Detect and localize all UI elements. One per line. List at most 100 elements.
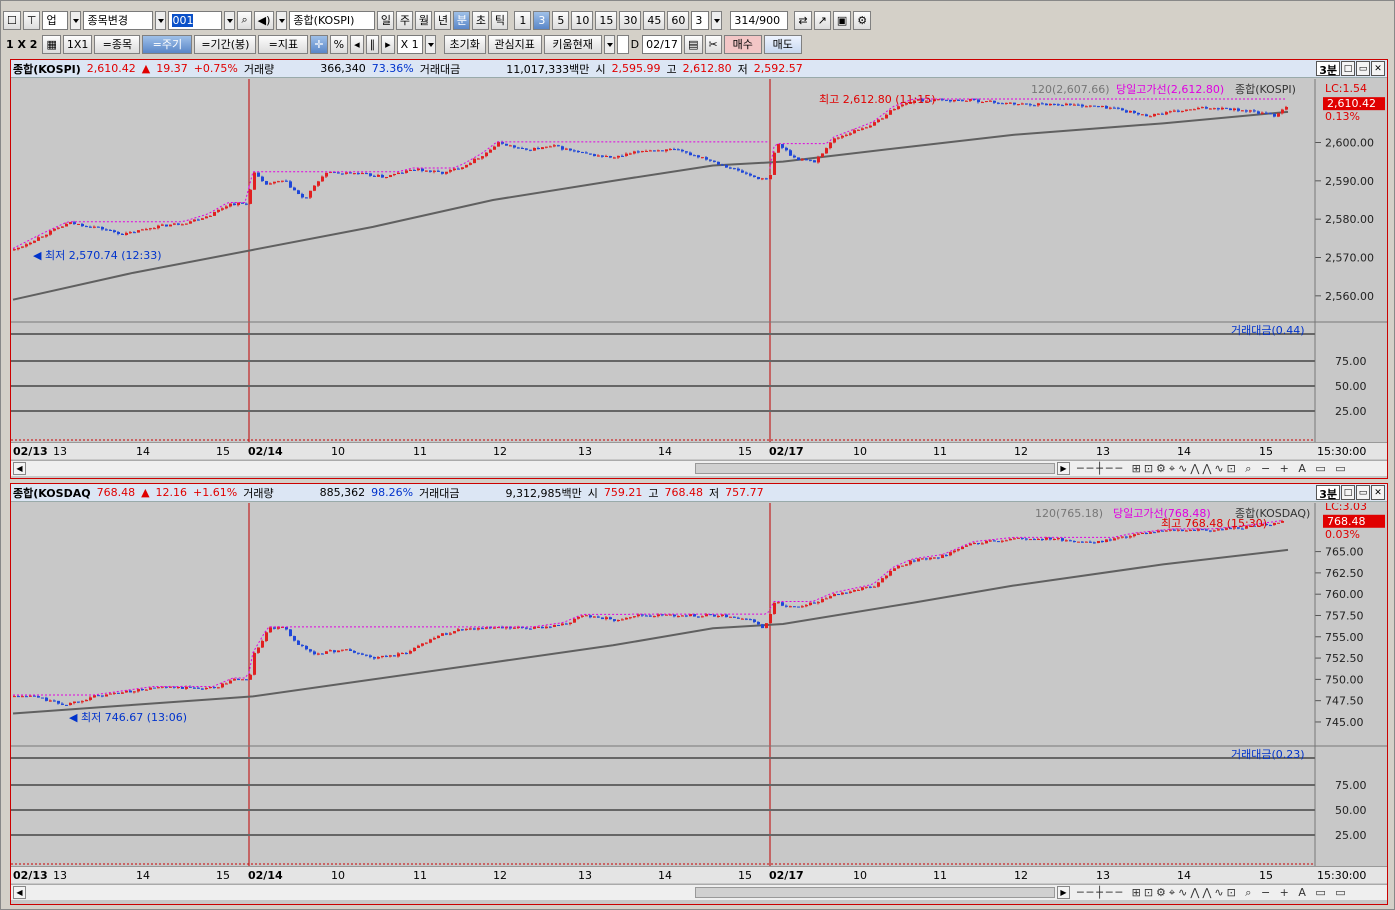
candle-body (45, 234, 48, 237)
candle-body (1053, 103, 1056, 105)
period-bar-button[interactable]: =기간(봉) (194, 34, 257, 54)
candle-body (709, 159, 712, 161)
market-dropdown-icon[interactable] (70, 10, 82, 30)
candle-body (1161, 530, 1164, 532)
candle-body (225, 206, 228, 209)
market-select[interactable]: 업 (42, 10, 69, 30)
interval-select[interactable]: 3 (691, 10, 710, 30)
period-3-button[interactable]: 년 (434, 10, 452, 30)
candle-body (801, 606, 804, 608)
chart-tools-icon[interactable]: ──┼── ⊞⊡⚙⌖∿⋀⋀∿⊡ ⌕ − + A ▭ ▭ (1077, 886, 1349, 900)
search-icon[interactable]: ⌕ (237, 10, 252, 30)
candle-body (325, 172, 328, 177)
draw-icon[interactable]: ↗ (813, 10, 831, 30)
multiplier-select[interactable]: X 1 (396, 34, 423, 54)
stock-name-field[interactable]: 종합(KOSPI) (289, 10, 376, 30)
scroll-left-icon[interactable]: ◀ (13, 886, 26, 899)
indicator-button[interactable]: =지표 (258, 34, 309, 54)
calendar-icon[interactable]: ▤ (684, 34, 703, 54)
speaker-icon[interactable]: ◀) (253, 10, 275, 30)
scroll-left-icon[interactable]: ◀ (13, 462, 26, 475)
candle-body (121, 692, 124, 694)
restore-icon[interactable]: ▭ (1356, 61, 1370, 76)
grid-icon[interactable]: ▦ (42, 34, 61, 54)
interval-15-button[interactable]: 15 (595, 10, 618, 30)
scroll-right-icon[interactable]: ▶ (1057, 462, 1070, 475)
candle-body (1213, 108, 1216, 110)
interval-60-button[interactable]: 60 (667, 10, 690, 30)
date-input[interactable]: 02/17 (642, 34, 683, 54)
candle-body (433, 170, 436, 172)
speaker-dropdown-icon[interactable] (276, 10, 288, 30)
scissors-icon[interactable]: ✂ (704, 34, 722, 54)
next-icon[interactable]: ▸ (381, 34, 395, 54)
pause-icon[interactable]: ∥ (365, 34, 380, 54)
scroll-thumb[interactable] (695, 463, 1055, 474)
stock-button[interactable]: =종목 (94, 34, 141, 54)
settings-icon[interactable]: ⚙ (853, 10, 872, 30)
interval-3-button[interactable]: 3 (533, 10, 551, 30)
interval-45-button[interactable]: 45 (643, 10, 666, 30)
count-field[interactable]: 314/900 (730, 10, 789, 30)
candle-body (669, 614, 672, 616)
sub-tick-label: 50.00 (1335, 380, 1367, 393)
maximize-icon[interactable]: □ (1341, 61, 1355, 76)
candle-body (741, 618, 744, 620)
price-value: 2,610.42 (86, 62, 136, 75)
date-tick: 14 (1177, 445, 1191, 458)
interval-10-button[interactable]: 10 (571, 10, 594, 30)
multiplier-dropdown-icon[interactable] (424, 34, 436, 54)
crosshair-icon[interactable]: ✛ (310, 34, 328, 54)
code-input[interactable]: 001 (168, 10, 223, 30)
prev-icon[interactable]: ◂ (350, 34, 364, 54)
candle-body (49, 230, 52, 235)
d-checkbox[interactable] (616, 34, 629, 54)
interval-30-button[interactable]: 30 (619, 10, 642, 30)
horizontal-scrollbar[interactable]: ◀ ▶ ──┼── ⊞⊡⚙⌖∿⋀⋀∿⊡ ⌕ − + A ▭ ▭ (11, 884, 1387, 900)
period-0-button[interactable]: 일 (377, 10, 395, 30)
scroll-right-icon[interactable]: ▶ (1057, 886, 1070, 899)
close-icon[interactable]: ✕ (1371, 61, 1385, 76)
horizontal-scrollbar[interactable]: ◀ ▶ ──┼── ⊞⊡⚙⌖∿⋀⋀∿⊡ ⌕ − + A ▭ ▭ (11, 460, 1387, 476)
cursor-sync-icon[interactable]: ⇄ (794, 10, 812, 30)
period-1-button[interactable]: 주 (396, 10, 414, 30)
candle-body (157, 687, 160, 689)
maximize-icon[interactable]: □ (1341, 485, 1355, 500)
kiwoom-current-button[interactable]: 키움현재 (543, 34, 602, 54)
candle-body (305, 197, 308, 199)
percent-button[interactable]: % (329, 34, 349, 54)
candle-body (313, 185, 316, 191)
ma-120-line (12, 110, 1289, 301)
watch-indicator-button[interactable]: 관심지표 (487, 34, 542, 54)
candle-body (1141, 533, 1144, 535)
single-layout-button[interactable]: 1X1 (62, 34, 93, 54)
candle-body (525, 627, 528, 629)
candle-body (1233, 108, 1236, 111)
close-icon[interactable]: ✕ (1371, 485, 1385, 500)
chart-tools-icon[interactable]: ──┼── ⊞⊡⚙⌖∿⋀⋀∿⊡ ⌕ − + A ▭ ▭ (1077, 462, 1349, 476)
checkbox-icon[interactable]: ☐ (3, 10, 21, 30)
pin-icon[interactable]: ⊤ (22, 10, 41, 30)
interval-1-button[interactable]: 1 (514, 10, 532, 30)
candle-body (461, 167, 464, 170)
stock-change-dropdown-icon[interactable] (155, 10, 167, 30)
interval-5-button[interactable]: 5 (552, 10, 570, 30)
period-6-button[interactable]: 틱 (491, 10, 509, 30)
period-4-button[interactable]: 분 (453, 10, 471, 30)
period-2-button[interactable]: 월 (415, 10, 433, 30)
candle-body (193, 687, 196, 689)
sell-button[interactable]: 매도 (763, 34, 802, 54)
save-icon[interactable]: ▣ (832, 10, 852, 30)
reset-button[interactable]: 초기화 (443, 34, 486, 54)
restore-icon[interactable]: ▭ (1356, 485, 1370, 500)
candle-body (793, 606, 796, 608)
kiwoom-dropdown-icon[interactable] (603, 34, 615, 54)
code-dropdown-icon[interactable] (224, 10, 236, 30)
layout-label[interactable]: 1 X 2 (3, 35, 40, 54)
stock-change-select[interactable]: 종목변경 (83, 10, 154, 30)
interval-dropdown-icon[interactable] (711, 10, 723, 30)
buy-button[interactable]: 매수 (723, 34, 762, 54)
cycle-button[interactable]: =주기 (142, 34, 193, 54)
period-5-button[interactable]: 초 (472, 10, 490, 30)
scroll-thumb[interactable] (695, 887, 1055, 898)
